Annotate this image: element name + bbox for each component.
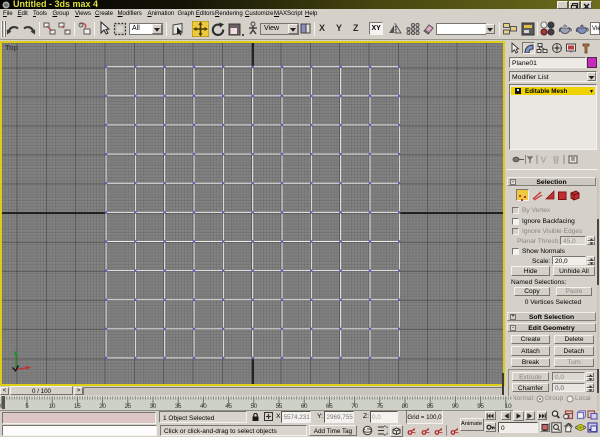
svg-text:50: 50: [250, 404, 257, 410]
svg-text:100: 100: [505, 404, 512, 410]
svg-text:30: 30: [150, 404, 157, 410]
svg-text:90: 90: [452, 404, 459, 410]
svg-text:60: 60: [301, 404, 308, 410]
svg-text:15: 15: [74, 404, 81, 410]
svg-text:25: 25: [124, 404, 131, 410]
svg-text:55: 55: [276, 404, 283, 410]
svg-text:65: 65: [326, 404, 333, 410]
svg-text:10: 10: [49, 404, 56, 410]
svg-text:5: 5: [25, 404, 29, 410]
svg-text:85: 85: [427, 404, 434, 410]
svg-text:45: 45: [225, 404, 232, 410]
svg-text:35: 35: [175, 404, 182, 410]
svg-text:70: 70: [351, 404, 358, 410]
svg-text:75: 75: [376, 404, 383, 410]
svg-text:95: 95: [477, 404, 484, 410]
svg-text:80: 80: [402, 404, 409, 410]
svg-text:20: 20: [99, 404, 106, 410]
svg-text:40: 40: [200, 404, 207, 410]
